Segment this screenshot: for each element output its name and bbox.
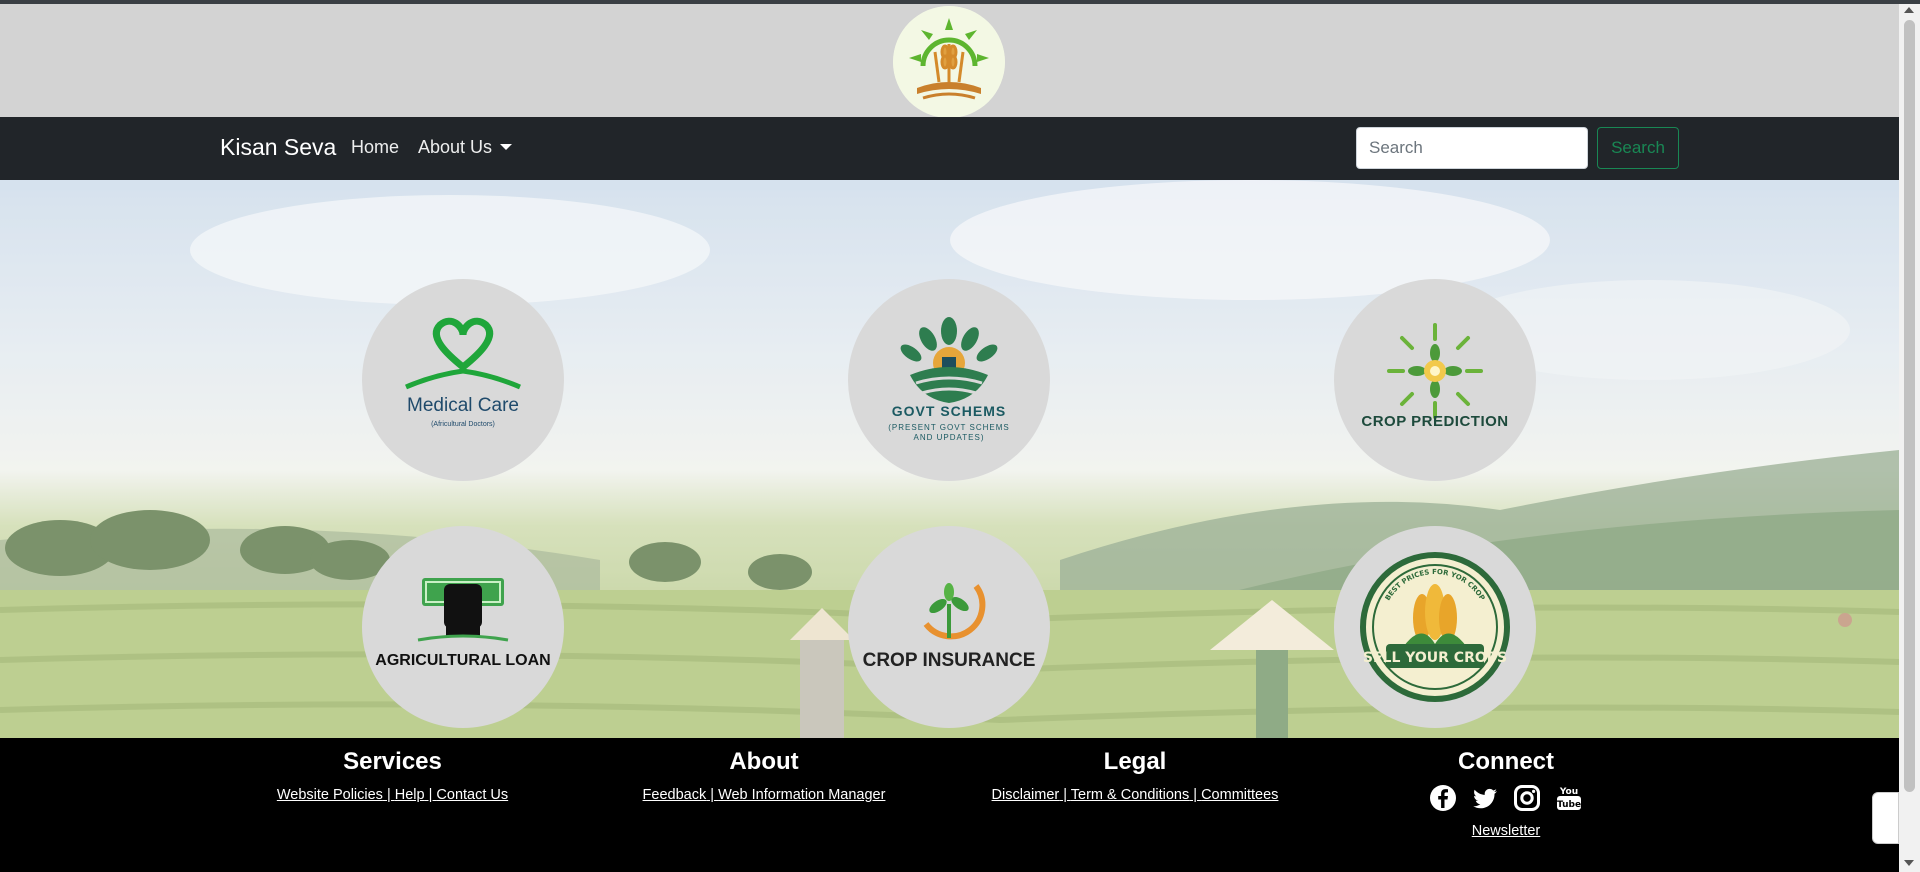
newsletter-wrapper: Newsletter <box>1406 823 1606 839</box>
govt-schemes-subtitle: (PRESENT GOVT SCHEMS AND UPDATES) <box>888 423 1010 442</box>
sprouting-burst-icon <box>1387 323 1483 419</box>
medical-care-tile[interactable]: Medical Care (Africultural Doctors) <box>362 279 564 481</box>
footer-legal-column: Legal Disclaimer | Term & Conditions | C… <box>985 748 1285 803</box>
nav-about-label: About Us <box>418 137 493 157</box>
site-logo[interactable] <box>893 6 1005 118</box>
link-separator: | <box>706 787 719 803</box>
sell-your-crops-title: SELL YOUR CROPS <box>1363 650 1507 666</box>
twitter-icon[interactable] <box>1470 783 1500 813</box>
site-footer: Services Website Policies | Help | Conta… <box>0 738 1899 872</box>
caret-down-icon <box>500 144 513 150</box>
govt-schemes-tile[interactable]: GOVT SCHEMS (PRESENT GOVT SCHEMS AND UPD… <box>848 279 1050 481</box>
brand-header <box>0 4 1899 118</box>
footer-about-links: Feedback | Web Information Manager <box>630 787 898 803</box>
nav-home-link[interactable]: Home <box>351 137 399 158</box>
terms-conditions-link[interactable]: Term & Conditions <box>1071 787 1189 803</box>
sell-your-crops-tile[interactable]: BEST PRICES FOR YOR CROP SELL YOUR CROPS <box>1334 526 1536 728</box>
plant-sprout-icon <box>923 583 986 640</box>
footer-legal-heading: Legal <box>1103 748 1167 775</box>
govt-schemes-title: GOVT SCHEMS <box>891 403 1007 419</box>
agricultural-loan-tile[interactable]: AGRICULTURAL LOAN <box>362 526 564 728</box>
scrollbar-thumb[interactable] <box>1904 20 1915 792</box>
ribbon-heart-icon <box>405 317 521 390</box>
crop-prediction-tile[interactable]: CROP PREDICTION <box>1334 279 1536 481</box>
svg-text:Tube: Tube <box>1557 800 1581 810</box>
footer-legal-links: Disclaimer | Term & Conditions | Committ… <box>985 787 1285 803</box>
link-separator: | <box>382 787 395 803</box>
crop-prediction-title: CROP PREDICTION <box>1361 413 1509 430</box>
search-input[interactable] <box>1356 127 1588 169</box>
farm-leaves-icon <box>900 317 998 403</box>
medical-care-subtitle: (Africultural Doctors) <box>431 421 495 428</box>
contact-us-link[interactable]: Contact Us <box>436 787 508 803</box>
footer-connect-heading: Connect <box>1458 748 1554 775</box>
search-button[interactable]: Search <box>1597 127 1679 169</box>
side-widget-tab[interactable] <box>1872 792 1899 844</box>
footer-about-heading: About <box>729 748 799 775</box>
website-policies-link[interactable]: Website Policies <box>277 787 383 803</box>
wheat-logo-icon <box>893 6 1005 118</box>
vertical-scrollbar[interactable] <box>1899 4 1920 872</box>
web-information-manager-link[interactable]: Web Information Manager <box>718 787 885 803</box>
footer-services-links: Website Policies | Help | Contact Us <box>270 787 515 803</box>
navbar-brand[interactable]: Kisan Seva <box>220 134 336 161</box>
social-icons: You Tube <box>1406 783 1606 813</box>
services-hero: Medical Care (Africultural Doctors) GOVT… <box>0 180 1899 738</box>
fist-money-icon <box>417 578 509 642</box>
instagram-icon[interactable] <box>1512 783 1542 813</box>
nav-about-dropdown[interactable]: About Us <box>418 137 513 158</box>
feedback-link[interactable]: Feedback <box>643 787 707 803</box>
link-separator: | <box>1189 787 1202 803</box>
corn-badge-icon: BEST PRICES FOR YOR CROP SELL YOUR CROPS <box>1360 552 1510 702</box>
scroll-down-arrow-icon[interactable] <box>1904 860 1914 866</box>
medical-care-title: Medical Care <box>407 395 519 416</box>
help-link[interactable]: Help <box>395 787 425 803</box>
svg-text:You: You <box>1559 787 1578 797</box>
crop-insurance-tile[interactable]: CROP INSURANCE <box>848 526 1050 728</box>
link-separator: | <box>1059 787 1071 803</box>
footer-services-column: Services Website Policies | Help | Conta… <box>270 748 515 803</box>
newsletter-link[interactable]: Newsletter <box>1472 823 1541 839</box>
committees-link[interactable]: Committees <box>1201 787 1278 803</box>
disclaimer-link[interactable]: Disclaimer <box>992 787 1060 803</box>
main-navbar: Kisan Seva Home About Us Search <box>0 117 1899 180</box>
footer-connect-column: Connect You Tube Newsletter <box>1406 748 1606 839</box>
link-separator: | <box>424 787 437 803</box>
agricultural-loan-title: AGRICULTURAL LOAN <box>375 652 551 669</box>
footer-services-heading: Services <box>343 748 442 775</box>
youtube-icon[interactable]: You Tube <box>1554 783 1584 813</box>
crop-insurance-title: CROP INSURANCE <box>862 650 1036 671</box>
facebook-icon[interactable] <box>1428 783 1458 813</box>
scroll-up-arrow-icon[interactable] <box>1904 7 1914 13</box>
footer-about-column: About Feedback | Web Information Manager <box>630 748 898 803</box>
